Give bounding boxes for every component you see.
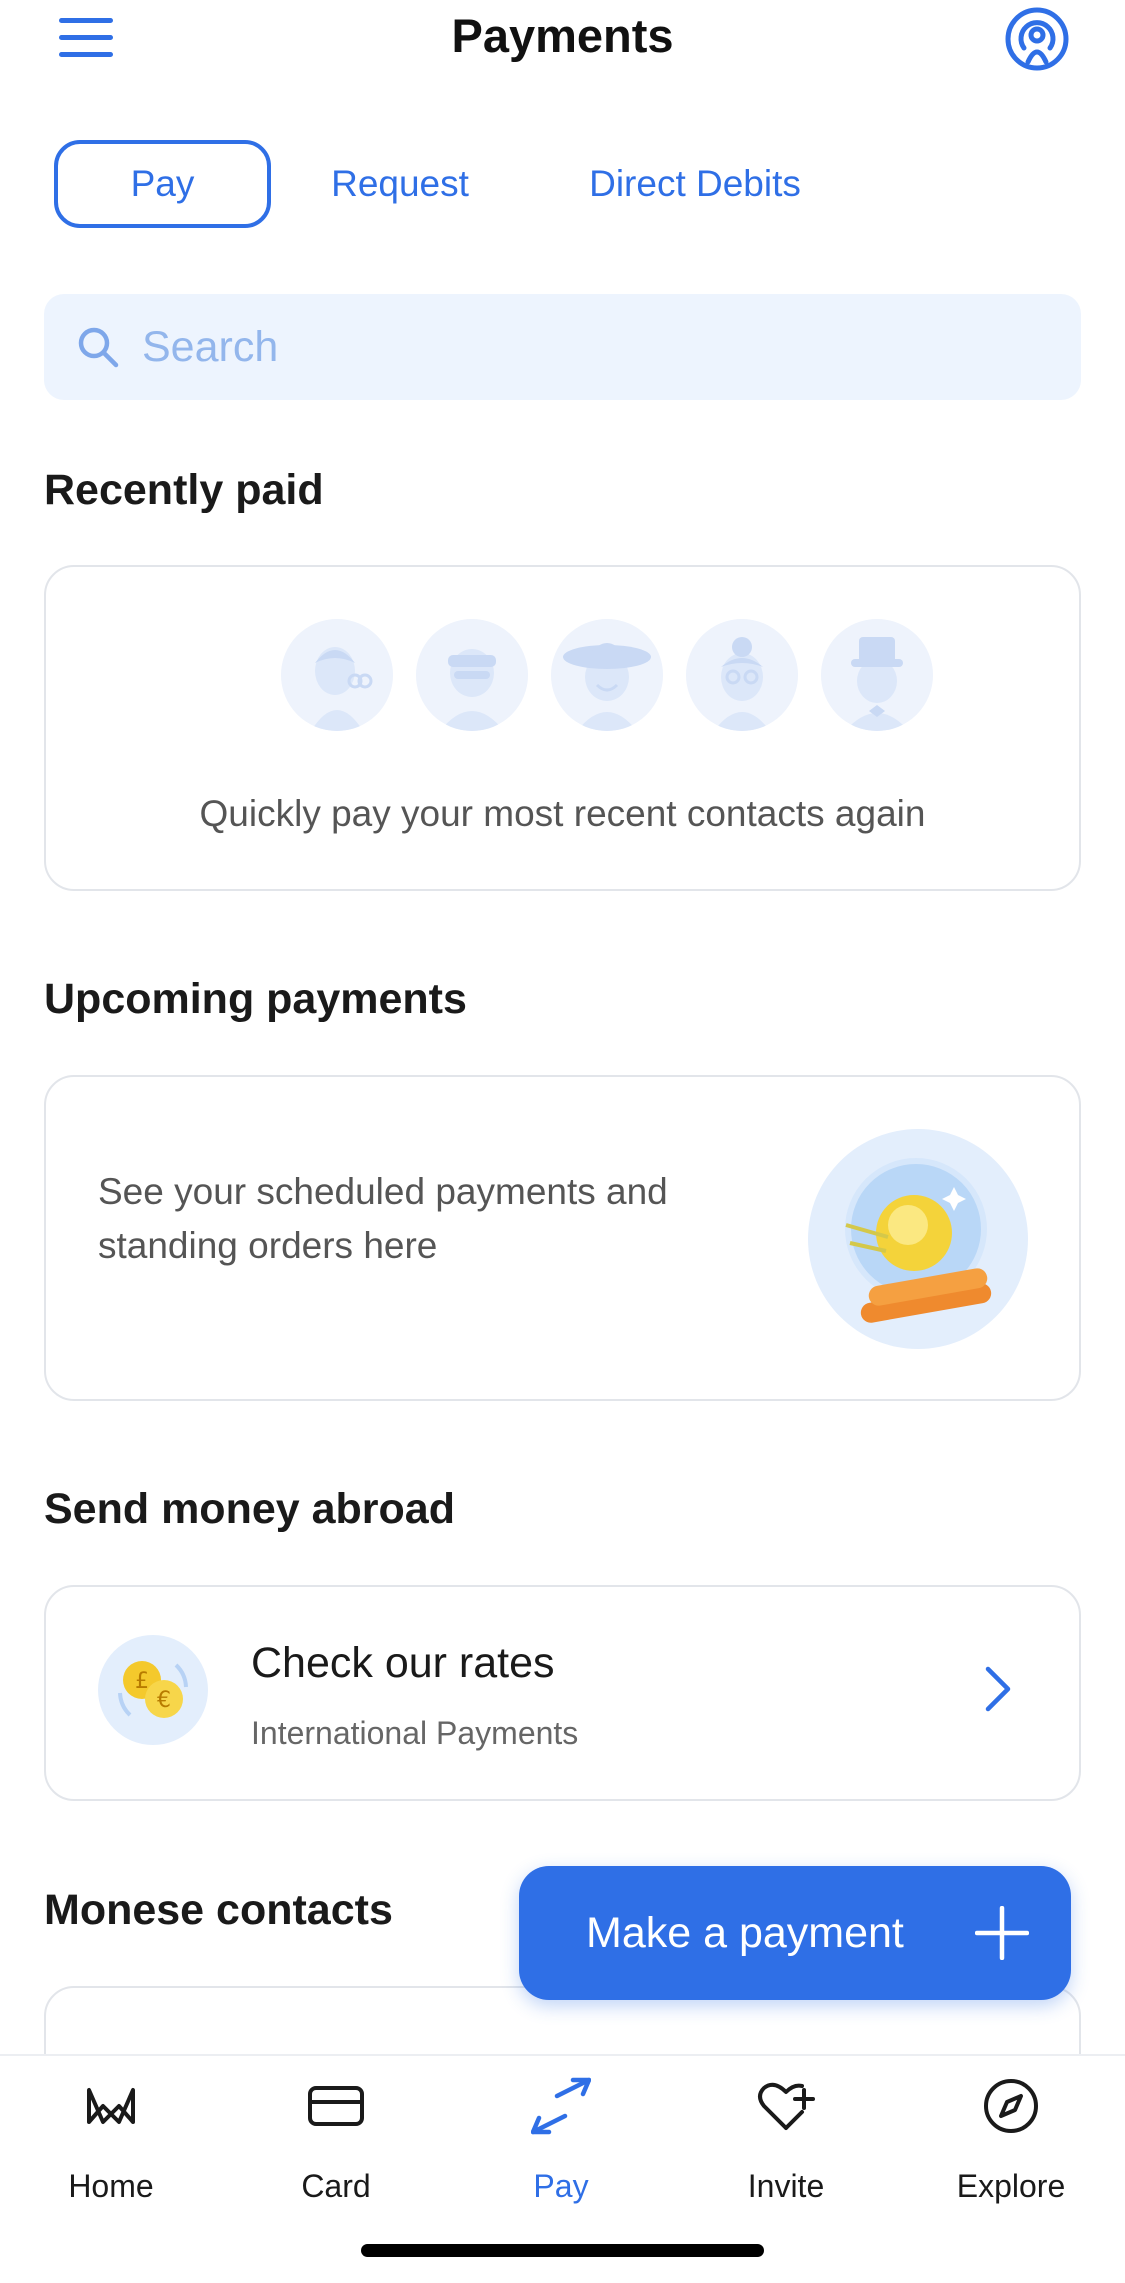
transfer-arrows-icon	[531, 2077, 591, 2135]
recently-paid-card: Quickly pay your most recent contacts ag…	[44, 565, 1081, 891]
make-payment-label: Make a payment	[586, 1908, 904, 1957]
tabbar-explore[interactable]: Explore	[921, 2076, 1101, 2226]
home-indicator	[361, 2244, 764, 2257]
avatar	[551, 619, 663, 731]
payments-screen: Payments Pay Request Direct Debits Searc…	[0, 0, 1125, 2283]
check-rates-row[interactable]: £ € Check our rates International Paymen…	[44, 1585, 1081, 1801]
tabbar-explore-label: Explore	[956, 2168, 1066, 2204]
tabbar-invite[interactable]: Invite	[696, 2076, 876, 2226]
euro-symbol: €	[157, 1688, 171, 1713]
recently-paid-title: Recently paid	[44, 466, 324, 514]
avatar	[416, 619, 528, 731]
monese-logo-icon	[87, 2088, 135, 2124]
search-placeholder: Search	[142, 322, 279, 371]
currency-exchange-icon: £ €	[98, 1635, 208, 1745]
tabbar-home[interactable]: Home	[21, 2076, 201, 2226]
tabbar-invite-label: Invite	[747, 2168, 825, 2204]
compass-icon	[984, 2079, 1038, 2133]
check-rates-subtitle: International Payments	[251, 1715, 579, 1751]
search-icon	[78, 327, 119, 368]
tab-direct-debits[interactable]: Direct Debits	[560, 140, 830, 228]
chevron-right-icon	[985, 1666, 1011, 1712]
tab-request[interactable]: Request	[310, 140, 490, 228]
pound-symbol: £	[135, 1669, 149, 1694]
plus-icon	[975, 1906, 1029, 1960]
check-rates-title: Check our rates	[251, 1639, 555, 1687]
support-icon[interactable]	[1004, 6, 1070, 72]
upcoming-payments-empty-text: See your scheduled payments and standing…	[98, 1171, 668, 1266]
tabbar-pay[interactable]: Pay	[471, 2076, 651, 2226]
avatar	[281, 619, 393, 731]
avatar	[686, 619, 798, 731]
avatar	[821, 619, 933, 731]
tabbar-home-label: Home	[68, 2168, 154, 2204]
header: Payments	[0, 0, 1125, 80]
tabbar-card[interactable]: Card	[246, 2076, 426, 2226]
send-money-abroad-title: Send money abroad	[44, 1485, 455, 1533]
monese-contacts-title: Monese contacts	[44, 1886, 393, 1934]
upcoming-payments-title: Upcoming payments	[44, 975, 467, 1023]
card-icon	[308, 2086, 364, 2126]
recent-contacts-placeholder	[236, 619, 933, 731]
tabbar-card-label: Card	[301, 2168, 371, 2204]
tabbar-pay-label: Pay	[533, 2168, 589, 2204]
heart-plus-icon	[758, 2082, 815, 2130]
recently-paid-empty-text: Quickly pay your most recent contacts ag…	[199, 793, 926, 834]
upcoming-payments-card[interactable]: See your scheduled payments and standing…	[44, 1075, 1081, 1401]
search-input[interactable]: Search	[44, 294, 1081, 400]
tab-pay[interactable]: Pay	[54, 140, 271, 228]
page-title: Payments	[451, 9, 674, 62]
make-payment-button[interactable]: Make a payment	[519, 1866, 1071, 2000]
crystal-ball-illustration	[808, 1129, 1028, 1349]
payment-tabs: Pay Request Direct Debits	[0, 140, 1125, 230]
